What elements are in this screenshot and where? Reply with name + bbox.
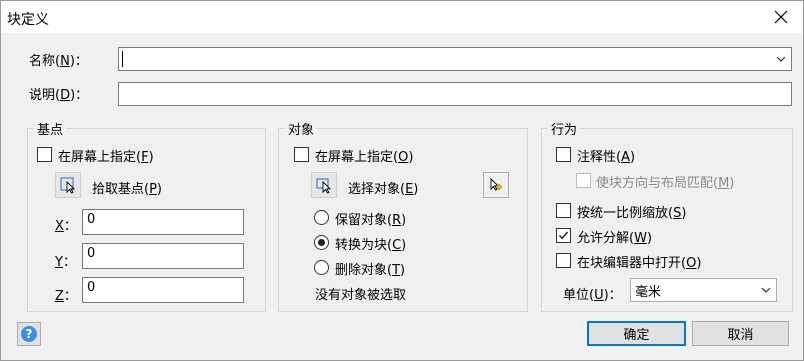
- selection-status-text: 没有对象被选取: [315, 288, 407, 303]
- match-orientation-checkbox[interactable]: [576, 173, 591, 188]
- svg-text:?: ?: [26, 327, 33, 341]
- annotative-label: 注释性(A): [577, 150, 636, 165]
- match-orientation-label: 使块方向与布局匹配(M): [596, 176, 735, 191]
- y-coordinate-field[interactable]: 0: [82, 243, 244, 269]
- objects-legend: 对象: [288, 123, 315, 138]
- retain-objects-radio[interactable]: [314, 210, 329, 225]
- chevron-down-icon: [761, 287, 771, 293]
- radio-selected-dot: [318, 239, 325, 246]
- delete-objects-radio[interactable]: [314, 260, 329, 275]
- base-point-specify-checkbox[interactable]: [37, 147, 52, 162]
- behavior-legend: 行为: [551, 123, 578, 138]
- retain-objects-label: 保留对象(R): [335, 213, 407, 228]
- description-field[interactable]: [118, 82, 792, 106]
- help-icon: ?: [21, 326, 37, 342]
- cancel-button[interactable]: 取消: [692, 321, 789, 346]
- close-button[interactable]: [759, 1, 803, 33]
- unit-select[interactable]: 毫米: [630, 278, 777, 302]
- x-label: X：: [55, 219, 77, 234]
- pick-point-button[interactable]: [55, 172, 81, 198]
- convert-to-block-radio[interactable]: [314, 235, 329, 250]
- pick-point-label: 拾取基点(P): [92, 182, 162, 197]
- base-point-legend: 基点: [37, 123, 64, 138]
- z-coordinate-field[interactable]: 0: [82, 277, 244, 303]
- block-definition-dialog: 块定义 名称(N)： 说明(D)： 基点 在屏幕上指定(F) 拾取基点(P) X…: [0, 0, 804, 361]
- name-combobox[interactable]: [118, 47, 792, 71]
- chevron-down-icon: [776, 56, 786, 62]
- open-in-editor-label: 在块编辑器中打开(O): [577, 256, 702, 271]
- window-title: 块定义: [7, 12, 49, 28]
- convert-to-block-label: 转换为块(C): [335, 238, 407, 253]
- scale-uniformly-label: 按统一比例缩放(S): [577, 206, 687, 221]
- pick-point-icon: [60, 177, 76, 194]
- select-objects-icon: [316, 178, 332, 194]
- name-label: 名称(N)：: [29, 54, 88, 69]
- help-button[interactable]: ?: [17, 322, 41, 346]
- select-objects-label: 选择对象(E): [348, 182, 419, 197]
- allow-explode-checkbox[interactable]: [556, 228, 571, 243]
- y-label: Y：: [55, 255, 76, 270]
- objects-specify-label: 在屏幕上指定(O): [315, 150, 414, 165]
- unit-label: 单位(U)：: [563, 288, 622, 303]
- annotative-checkbox[interactable]: [556, 147, 571, 162]
- scale-uniformly-checkbox[interactable]: [556, 203, 571, 218]
- allow-explode-label: 允许分解(W): [577, 231, 653, 246]
- x-coordinate-field[interactable]: 0: [82, 209, 244, 235]
- ok-button[interactable]: 确定: [587, 321, 686, 346]
- delete-objects-label: 删除对象(T): [335, 263, 406, 278]
- text-caret: [122, 51, 123, 67]
- quick-select-button[interactable]: [483, 172, 509, 198]
- select-objects-button[interactable]: [311, 172, 337, 198]
- checkmark-icon: [558, 231, 569, 240]
- open-in-editor-checkbox[interactable]: [556, 253, 571, 268]
- quick-select-icon: [490, 177, 503, 191]
- title-bar: 块定义: [1, 1, 803, 33]
- base-point-specify-label: 在屏幕上指定(F): [58, 150, 154, 165]
- description-label: 说明(D)：: [29, 88, 89, 103]
- close-icon: [774, 10, 788, 24]
- z-label: Z：: [55, 289, 77, 304]
- objects-specify-checkbox[interactable]: [294, 147, 309, 162]
